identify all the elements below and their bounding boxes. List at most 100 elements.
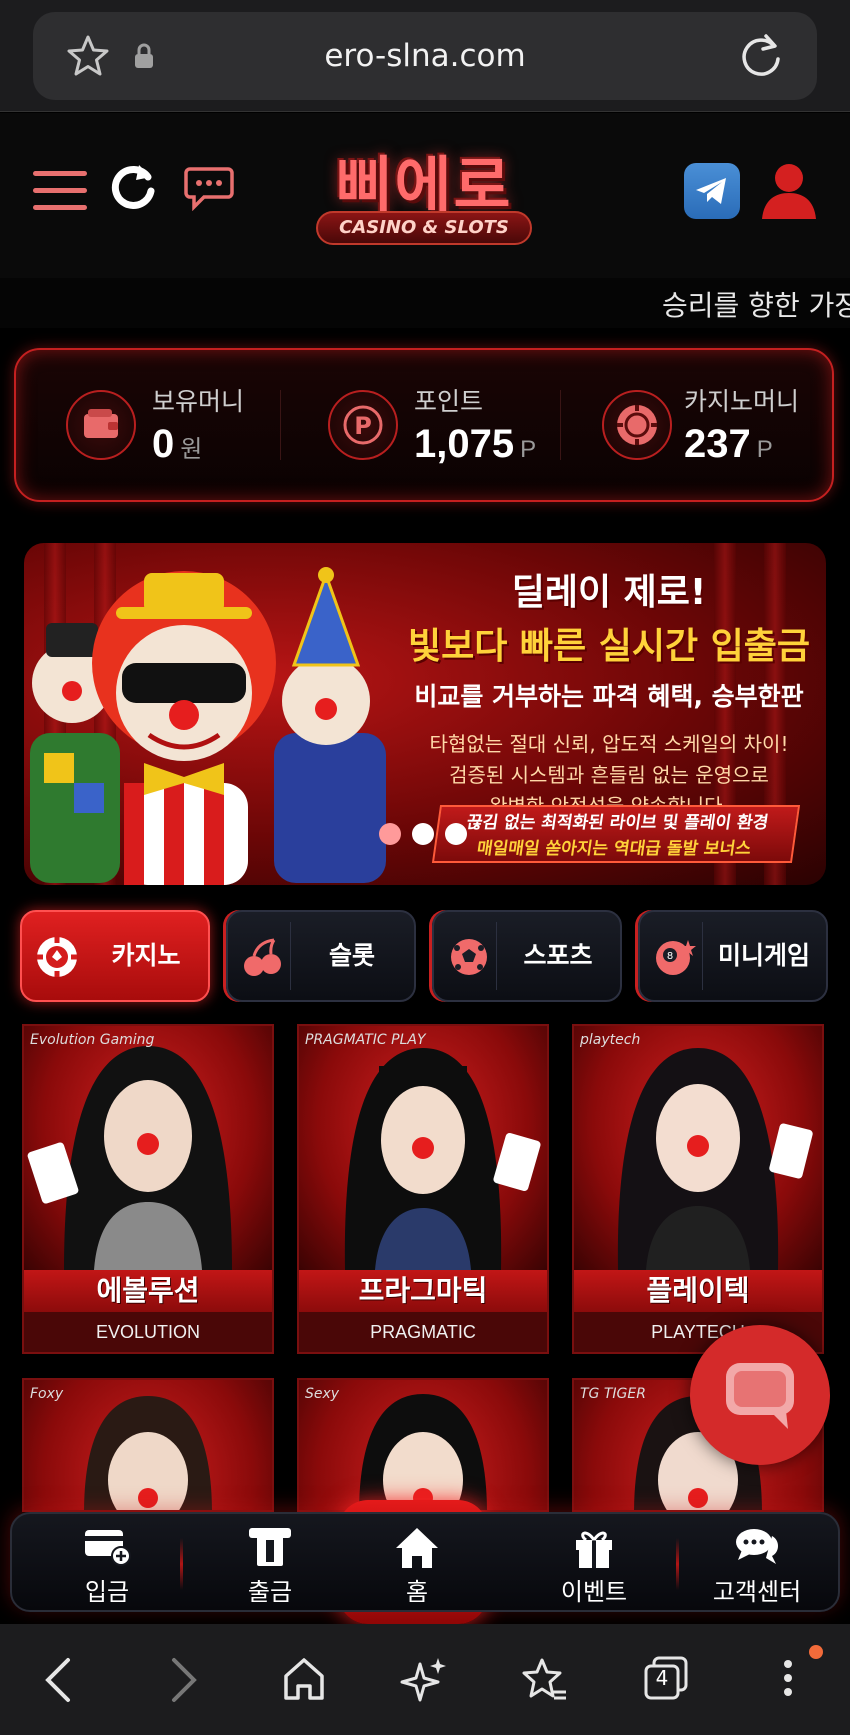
home-icon [396, 1528, 438, 1568]
game-card-pragmatic[interactable]: PRAGMATIC PLAY 프라그마틱 PRAGMATIC [297, 1024, 549, 1354]
more-menu-icon[interactable] [776, 1644, 826, 1708]
tab-label: 미니게임 [717, 941, 810, 970]
svg-text:8: 8 [667, 951, 673, 962]
clown-illustration [30, 567, 386, 885]
nav-label: 출금 [247, 1578, 293, 1606]
point-value: 1,075 P [414, 422, 537, 466]
game-card-sexy[interactable]: Sexy [297, 1378, 549, 1512]
telegram-icon [696, 178, 726, 204]
bookmarks-star-icon[interactable] [520, 1654, 568, 1706]
banner-title: 딜레이 제로! [511, 572, 707, 613]
site-header: 삐에로 CASINO & SLOTS [0, 113, 850, 278]
casino-chip-icon [37, 937, 77, 977]
nav-label: 입금 [84, 1578, 130, 1606]
reload-icon[interactable] [739, 32, 783, 78]
provider-logo: TG TIGER [580, 1386, 646, 1402]
provider-logo: playtech [580, 1032, 641, 1048]
site-logo[interactable]: 삐에로 CASINO & SLOTS [312, 135, 536, 253]
game-card-evolution[interactable]: Evolution Gaming 에볼루션 EVOLUTION [22, 1024, 274, 1354]
tab-label: 슬롯 [328, 941, 375, 970]
browser-top-bar: ero-slna.com [0, 0, 850, 112]
nav-customer-center[interactable]: 고객센터 [677, 1514, 837, 1610]
tab-sports[interactable]: 스포츠 [432, 910, 622, 1002]
cherry-icon [244, 938, 281, 976]
tab-casino[interactable]: 카지노 [20, 910, 210, 1002]
gift-icon [576, 1531, 612, 1568]
balance-label: 보유머니 [152, 387, 245, 416]
notice-marquee: 승리를 향한 가장 [0, 278, 850, 328]
balance-money: 보유머니 0원 [66, 350, 306, 500]
promo-banner[interactable]: 딜레이 제로! 빛보다 빠른 실시간 입출금 비교를 거부하는 파격 혜택, 승… [24, 543, 826, 885]
game-title-ko: 에볼루션 [24, 1270, 272, 1312]
casino-money-value: 237 P [684, 422, 773, 466]
balance-value: 0원 [152, 422, 203, 466]
chat-bubble-icon [726, 1363, 794, 1429]
carousel-dot[interactable] [412, 823, 434, 845]
message-icon[interactable] [184, 165, 234, 211]
provider-logo: Foxy [30, 1386, 64, 1402]
svg-text:P: P [354, 412, 372, 440]
nav-label: 홈 [405, 1578, 429, 1606]
address-bar[interactable]: ero-slna.com [33, 12, 817, 100]
dealer-portrait [344, 1048, 541, 1270]
carousel-dots [379, 823, 478, 849]
home-icon[interactable] [280, 1654, 328, 1706]
deposit-card-icon [85, 1530, 131, 1566]
banner-subheadline: 비교를 거부하는 파격 혜택, 승부한판 [414, 682, 804, 711]
sparkle-ai-icon[interactable] [400, 1654, 448, 1706]
nav-label: 고객센터 [712, 1578, 802, 1606]
tab-count: 4 [655, 1666, 669, 1690]
carousel-dot[interactable] [445, 823, 467, 845]
carousel-dot[interactable] [379, 823, 401, 845]
marquee-text: 승리를 향한 가장 [662, 289, 850, 322]
provider-logo: PRAGMATIC PLAY [305, 1032, 426, 1048]
bottom-nav: 입금 출금 홈 이벤트 고객센터 [10, 1512, 840, 1612]
back-arrow-icon[interactable] [40, 1654, 76, 1706]
banner-headline: 빛보다 빠른 실시간 입출금 [408, 626, 810, 667]
tab-slot[interactable]: 슬롯 [226, 910, 416, 1002]
tabs-button[interactable]: 4 [644, 1656, 688, 1700]
game-art [299, 1026, 547, 1270]
floating-chat-button[interactable] [690, 1325, 830, 1465]
casino-money-label: 카지노머니 [684, 387, 800, 416]
game-title-ko: 프라그마틱 [299, 1270, 547, 1312]
banner-ribbon: 끊김 없는 최적화된 라이브 및 플레이 환경 매일매일 쏟아지는 역대급 돌발… [431, 805, 801, 863]
browser-toolbar: 4 [0, 1624, 850, 1735]
forward-arrow-icon[interactable] [166, 1654, 202, 1706]
casino-chip-icon [602, 390, 672, 460]
dealer-portrait [617, 1048, 813, 1270]
point-balance: P 포인트 1,075 P [328, 350, 568, 500]
banner-copy: 딜레이 제로! 빛보다 빠른 실시간 입출금 비교를 거부하는 파격 혜택, 승… [404, 563, 814, 822]
soccer-ball-icon [451, 939, 487, 975]
nav-home[interactable]: 홈 [347, 1514, 487, 1610]
point-label: 포인트 [414, 387, 484, 416]
provider-logo: Evolution Gaming [30, 1032, 155, 1048]
nav-label: 이벤트 [560, 1578, 628, 1606]
game-title-ko: 플레이텍 [574, 1270, 822, 1312]
tab-minigame[interactable]: 8 미니게임 [638, 910, 828, 1002]
nav-event[interactable]: 이벤트 [514, 1514, 674, 1610]
url-text[interactable]: ero-slna.com [33, 12, 817, 100]
point-coin-icon: P [328, 390, 398, 460]
telegram-button[interactable] [684, 163, 740, 219]
game-card-playtech[interactable]: playtech 플레이텍 PLAYTECH [572, 1024, 824, 1354]
nav-withdraw[interactable]: 출금 [190, 1514, 350, 1610]
nav-deposit[interactable]: 입금 [27, 1514, 187, 1610]
game-art [24, 1026, 272, 1270]
menu-hamburger-icon[interactable] [33, 171, 87, 211]
tab-label: 스포츠 [523, 941, 593, 970]
provider-logo: Sexy [305, 1386, 340, 1402]
user-icon[interactable] [758, 159, 820, 221]
refresh-icon[interactable] [108, 161, 158, 211]
game-title-en: PRAGMATIC [299, 1312, 547, 1352]
game-title-en: EVOLUTION [24, 1312, 272, 1352]
logo-subtitle: CASINO & SLOTS [316, 211, 532, 245]
chat-bubbles-icon [736, 1529, 778, 1564]
game-art [574, 1026, 822, 1270]
game-card-foxy[interactable]: Foxy [22, 1378, 274, 1512]
tab-label: 카지노 [111, 941, 181, 970]
eight-ball-icon: 8 [656, 940, 696, 975]
balance-card: 보유머니 0원 P 포인트 1,075 P 카지노머니 237 P [14, 348, 834, 502]
withdraw-card-icon [249, 1528, 291, 1566]
wallet-icon [66, 390, 136, 460]
